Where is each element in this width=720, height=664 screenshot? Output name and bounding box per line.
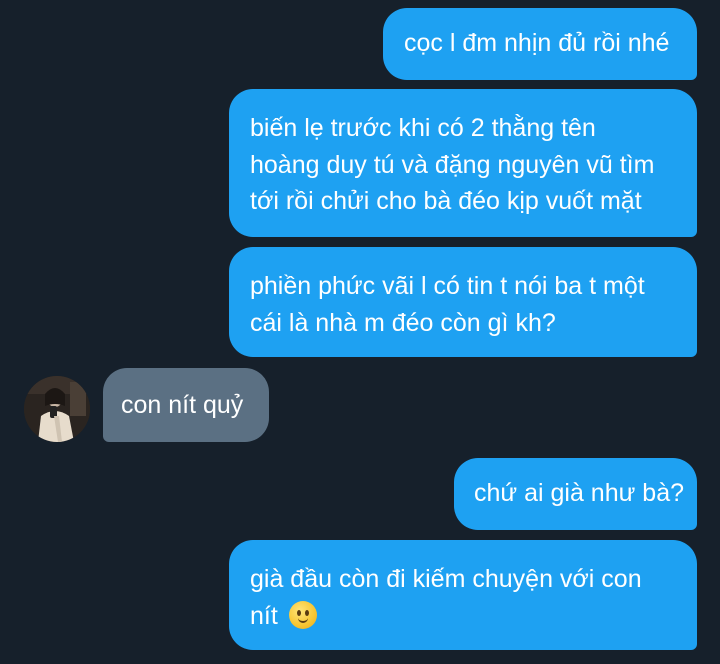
message-bubble-sent[interactable]: cọc l đm nhịn đủ rồi nhé: [383, 8, 697, 80]
slightly-smiling-face-emoji-icon: [288, 600, 317, 629]
message-text: cọc l đm nhịn đủ rồi nhé: [404, 29, 670, 57]
message-bubble-sent[interactable]: chứ ai già như bà?: [454, 458, 697, 530]
message-text: nít: [250, 601, 278, 630]
message-text: già đầu còn đi kiếm chuyện với con: [250, 565, 642, 593]
message-text: biến lẹ trước khi có 2 thằng tên: [250, 114, 596, 142]
message-text: cái là nhà m đéo còn gì kh?: [250, 308, 556, 337]
message-bubble-sent[interactable]: phiền phức vãi l có tin t nói ba t một c…: [229, 247, 697, 357]
message-bubble-sent[interactable]: biến lẹ trước khi có 2 thằng tên hoàng d…: [229, 89, 697, 237]
contact-avatar[interactable]: [24, 376, 90, 442]
avatar-image: [24, 376, 90, 442]
message-bubble-received[interactable]: con nít quỷ: [103, 368, 269, 442]
message-text: phiền phức vãi l có tin t nói ba t một: [250, 272, 645, 300]
message-text: tới rồi chửi cho bà đéo kịp vuốt mặt: [250, 187, 642, 215]
message-text: con nít quỷ: [121, 391, 244, 419]
message-bubble-sent[interactable]: già đầu còn đi kiếm chuyện với con nít: [229, 540, 697, 650]
message-text: chứ ai già như bà?: [474, 479, 684, 507]
message-text: hoàng duy tú và đặng nguyên vũ tìm: [250, 150, 655, 179]
